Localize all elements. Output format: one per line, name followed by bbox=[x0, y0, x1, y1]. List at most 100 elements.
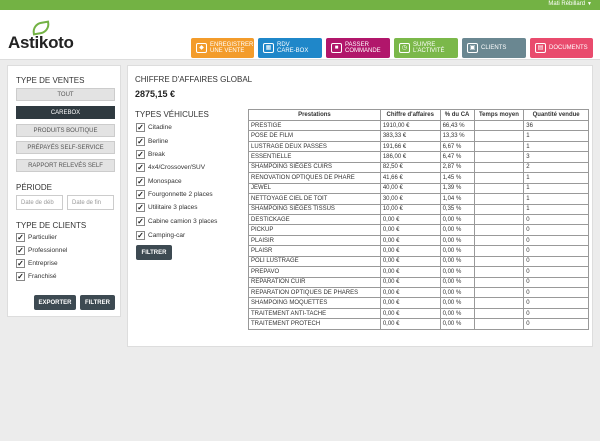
clients-icon: ▣ bbox=[467, 43, 478, 53]
col-header-pct-ca[interactable]: % du CA bbox=[439, 109, 475, 121]
checkmark-icon: ✓ bbox=[136, 176, 145, 186]
vehicle-utilitaire-checkbox[interactable]: ✓ Utilitaire 3 places bbox=[136, 203, 198, 212]
vehicle-monospace-checkbox[interactable]: ✓ Monospace bbox=[136, 177, 182, 186]
nav-clients-button[interactable]: ▣ CLIENTS bbox=[462, 38, 526, 58]
table-cell: REPARATION OPTIQUES DE PHARES bbox=[248, 286, 381, 299]
table-cell bbox=[473, 318, 525, 330]
table-cell bbox=[473, 307, 525, 320]
nav-suivre-activite-button[interactable]: ◷ SUIVRE L'ACTIVITÉ bbox=[394, 38, 458, 58]
ca-value: 2875,15 € bbox=[135, 89, 176, 99]
col-header-chiffre-affaires[interactable]: Chiffre d'affaires bbox=[379, 109, 441, 121]
col-header-temps-moyen[interactable]: Temps moyen bbox=[473, 109, 525, 121]
vehicle-berline-checkbox[interactable]: ✓ Berline bbox=[136, 137, 168, 146]
client-professionnel-checkbox[interactable]: ✓ Professionnel bbox=[16, 246, 67, 255]
table-cell: 0,00 € bbox=[379, 297, 441, 309]
table-cell: 1910,00 € bbox=[379, 119, 441, 132]
table-cell: RENOVATION OPTIQUES DE PHARE bbox=[248, 172, 381, 184]
table-cell bbox=[473, 286, 525, 299]
activity-icon: ◷ bbox=[399, 43, 410, 53]
client-particulier-checkbox[interactable]: ✓ Particulier bbox=[16, 233, 57, 242]
table-row: RENOVATION OPTIQUES DE PHARE 41,66 €1,45 … bbox=[248, 172, 589, 184]
nav-label: CLIENTS bbox=[481, 44, 507, 51]
table-cell: SHAMPOING MOQUETTES bbox=[248, 297, 381, 309]
periode-title: PÉRIODE bbox=[16, 183, 53, 192]
date-debut-input[interactable]: Date de déb bbox=[16, 195, 63, 210]
table-row: PLAISIR 0,00 €0,00 % 0 bbox=[248, 234, 589, 247]
cart-icon: ■ bbox=[331, 43, 342, 53]
table-cell: 0,00 % bbox=[439, 286, 475, 299]
table-cell: 6,67 % bbox=[439, 140, 475, 153]
table-cell: 0 bbox=[523, 276, 589, 289]
table-cell: POLI LUSTRAGE bbox=[248, 255, 381, 268]
user-name: Mati Rébillard bbox=[548, 1, 586, 7]
type-vente-rapport-releves-button[interactable]: RAPPORT RELEVÉS SELF bbox=[16, 159, 115, 172]
table-cell: 36 bbox=[523, 119, 589, 132]
table-cell: 0 bbox=[523, 286, 589, 299]
user-menu[interactable]: Mati Rébillard ▼ bbox=[548, 1, 592, 7]
export-button[interactable]: EXPORTER bbox=[34, 295, 76, 310]
caret-down-icon: ▼ bbox=[587, 1, 592, 7]
table-cell: 0 bbox=[523, 245, 589, 257]
checkmark-icon: ✓ bbox=[136, 122, 145, 132]
table-cell: 0,00 % bbox=[439, 224, 475, 236]
table-cell: 13,33 % bbox=[439, 130, 475, 142]
table-cell: POSE DE FILM bbox=[248, 130, 381, 142]
vehicle-filter-button[interactable]: FILTRER bbox=[136, 245, 172, 260]
vehicle-4x4-checkbox[interactable]: ✓ 4x4/Crossover/SUV bbox=[136, 163, 205, 172]
table-cell: 82,50 € bbox=[379, 161, 441, 174]
table-cell bbox=[473, 151, 525, 163]
vehicle-cabine-camion-checkbox[interactable]: ✓ Cabine camion 3 places bbox=[136, 217, 217, 226]
client-franchise-checkbox[interactable]: ✓ Franchisé bbox=[16, 272, 57, 281]
table-cell: 0,00 % bbox=[439, 307, 475, 320]
header: Astikoto ◆ ENREGISTRER UNE VENTE ▦ RDV CAR… bbox=[0, 10, 600, 60]
table-cell: DESTICKAGE bbox=[248, 213, 381, 226]
table-cell: 0 bbox=[523, 307, 589, 320]
table-cell: 6,47 % bbox=[439, 151, 475, 163]
table-cell: 0,00 € bbox=[379, 318, 441, 330]
table-cell: REPARATION CUIR bbox=[248, 276, 381, 289]
table-cell: 0,00 € bbox=[379, 213, 441, 226]
type-vente-carebox-button[interactable]: CAREBOX bbox=[16, 106, 115, 119]
table-row: PLAISR 0,00 €0,00 % 0 bbox=[248, 245, 589, 257]
type-vente-prepayes-button[interactable]: PRÉPAYÉS SELF-SERVICE bbox=[16, 141, 115, 154]
nav-enregistrer-vente-button[interactable]: ◆ ENREGISTRER UNE VENTE bbox=[191, 38, 254, 58]
table-cell: PICKUP bbox=[248, 224, 381, 236]
checkmark-icon: ✓ bbox=[136, 149, 145, 159]
type-vente-tout-button[interactable]: TOUT bbox=[16, 88, 115, 101]
col-header-quantite[interactable]: Quantité vendue bbox=[523, 109, 589, 121]
table-cell: 0,00 € bbox=[379, 255, 441, 268]
table-cell: 0,00 € bbox=[379, 276, 441, 289]
table-cell bbox=[473, 203, 525, 215]
logo[interactable]: Astikoto bbox=[8, 20, 74, 56]
table-cell bbox=[473, 119, 525, 132]
vehicle-fourgonnette-checkbox[interactable]: ✓ Fourgonnette 2 places bbox=[136, 190, 213, 199]
checkmark-icon: ✓ bbox=[136, 230, 145, 240]
date-fin-input[interactable]: Date de fin bbox=[67, 195, 114, 210]
checkmark-icon: ✓ bbox=[136, 202, 145, 212]
table-cell bbox=[473, 245, 525, 257]
nav-label: ENREGISTRER UNE VENTE bbox=[210, 41, 254, 55]
table-cell: TRAITEMENT PROTECH bbox=[248, 318, 381, 330]
table-cell bbox=[473, 276, 525, 289]
checkmark-icon: ✓ bbox=[136, 136, 145, 146]
filter-button[interactable]: FILTRER bbox=[80, 295, 115, 310]
vehicle-citadine-checkbox[interactable]: ✓ Citadine bbox=[136, 123, 172, 132]
nav-documents-button[interactable]: ▤ DOCUMENTS bbox=[530, 38, 593, 58]
table-cell: 0,00 € bbox=[379, 245, 441, 257]
nav-passer-commande-button[interactable]: ■ PASSER COMMANDE bbox=[326, 38, 390, 58]
table-cell: 0,00 € bbox=[379, 266, 441, 278]
vehicle-camping-car-checkbox[interactable]: ✓ Camping-car bbox=[136, 231, 185, 240]
vehicle-break-checkbox[interactable]: ✓ Break bbox=[136, 150, 165, 159]
table-cell: 1,39 % bbox=[439, 182, 475, 195]
table-row: SHAMPOING MOQUETTES 0,00 €0,00 % 0 bbox=[248, 297, 589, 309]
col-header-prestations[interactable]: Prestations bbox=[248, 109, 381, 121]
client-entreprise-checkbox[interactable]: ✓ Entreprise bbox=[16, 259, 58, 268]
checkmark-icon: ✓ bbox=[136, 162, 145, 172]
table-cell: 0,00 € bbox=[379, 234, 441, 247]
table-row: REPARATION OPTIQUES DE PHARES 0,00 €0,00 … bbox=[248, 286, 589, 299]
table-cell: PLAISR bbox=[248, 245, 381, 257]
nav-rdv-carebox-button[interactable]: ▦ RDV CARE-BOX bbox=[258, 38, 322, 58]
type-vente-produits-boutique-button[interactable]: PRODUITS BOUTIQUE bbox=[16, 124, 115, 137]
checkmark-icon: ✓ bbox=[16, 258, 25, 268]
table-cell bbox=[473, 213, 525, 226]
